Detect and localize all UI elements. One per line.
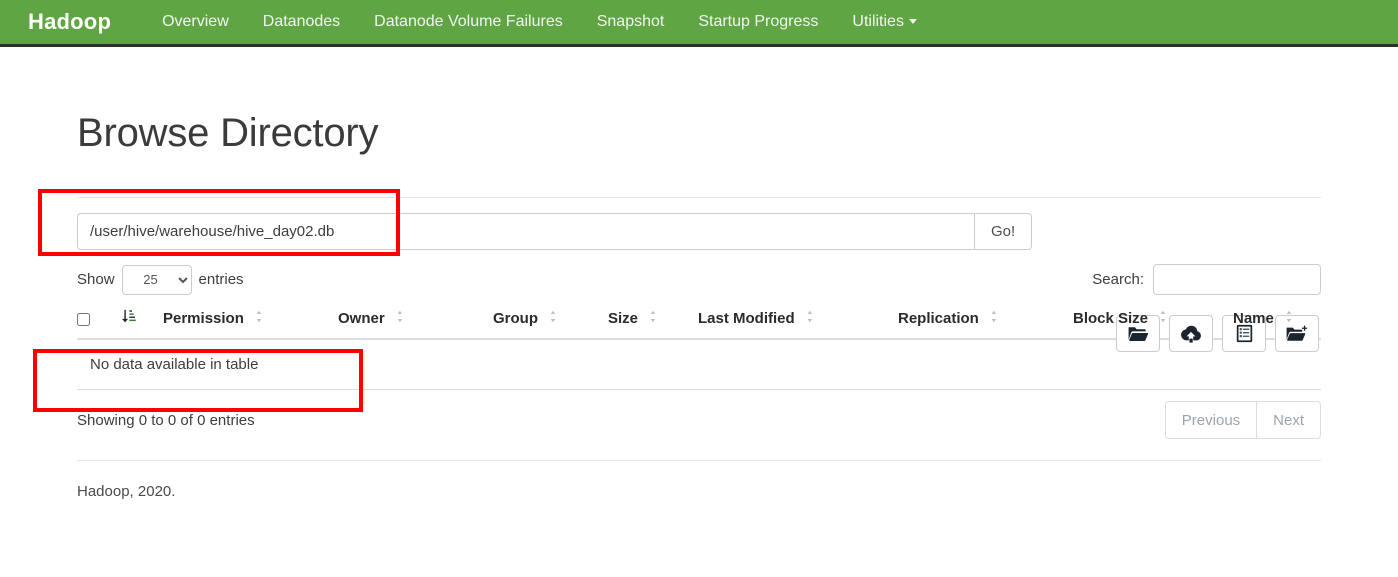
- column-header-last-modified[interactable]: Last Modified: [698, 309, 898, 340]
- page-footer-text: Hadoop, 2020.: [77, 483, 176, 500]
- column-label-replication: Replication: [898, 310, 979, 327]
- sort-icon: [256, 310, 267, 327]
- column-label-permission: Permission: [163, 310, 244, 327]
- previous-page-button[interactable]: Previous: [1164, 401, 1257, 439]
- nav-item-datanodes: Datanodes: [246, 0, 357, 44]
- entries-label: entries: [198, 271, 244, 288]
- column-label-size: Size: [608, 310, 639, 327]
- column-header-replication[interactable]: Replication: [898, 309, 1073, 340]
- table-head: Permission Owner Group Size Last Modifie…: [77, 309, 1321, 340]
- main-container: Browse Directory Go!: [49, 110, 1349, 500]
- table-info-text: Showing 0 to 0 of 0 entries: [77, 411, 255, 429]
- nav-item-utilities: Utilities: [835, 0, 934, 44]
- select-all-checkbox[interactable]: [77, 312, 90, 326]
- nav-link-startup-progress[interactable]: Startup Progress: [681, 0, 835, 44]
- nav-link-utilities[interactable]: Utilities: [835, 0, 934, 44]
- search-control: Search:: [1092, 264, 1321, 295]
- search-input[interactable]: [1153, 264, 1321, 295]
- sort-icon: [807, 310, 818, 327]
- footer-divider: [77, 460, 1321, 461]
- nav-item-snapshot: Snapshot: [580, 0, 682, 44]
- hadoop-brand-link[interactable]: Hadoop: [28, 9, 111, 35]
- page-length-select[interactable]: 25: [121, 264, 192, 295]
- top-navbar: Hadoop Overview Datanodes Datanode Volum…: [0, 0, 1398, 47]
- page-title: Browse Directory: [77, 111, 379, 155]
- nav-utilities-label: Utilities: [852, 13, 904, 30]
- column-header-name[interactable]: Name: [1233, 309, 1321, 340]
- sort-icon: [550, 310, 561, 327]
- search-label: Search:: [1092, 271, 1144, 288]
- column-header-group[interactable]: Group: [493, 309, 608, 340]
- nav-item-startup-progress: Startup Progress: [681, 0, 835, 44]
- nav-link-datanode-volume-failures[interactable]: Datanode Volume Failures: [357, 0, 580, 44]
- chevron-down-icon: [908, 19, 917, 25]
- column-header-sort-indicator[interactable]: [113, 309, 163, 340]
- datatable-footer: Showing 0 to 0 of 0 entries Previous Nex…: [64, 400, 1334, 440]
- path-bar-row: Go!: [64, 213, 1334, 352]
- sort-icon: [650, 310, 661, 327]
- path-input-group: Go!: [77, 213, 1321, 250]
- sort-amount-asc-icon: [121, 309, 136, 327]
- column-header-owner[interactable]: Owner: [338, 309, 493, 340]
- directory-path-input[interactable]: [77, 213, 974, 250]
- nav-link-overview[interactable]: Overview: [145, 0, 246, 44]
- nav-link-datanodes[interactable]: Datanodes: [246, 0, 357, 44]
- column-label-last-modified: Last Modified: [698, 310, 795, 327]
- show-label: Show: [77, 271, 115, 288]
- go-button[interactable]: Go!: [974, 213, 1033, 250]
- column-label-group: Group: [493, 310, 538, 327]
- column-label-name: Name: [1233, 310, 1274, 327]
- column-label-owner: Owner: [338, 310, 385, 327]
- nav-item-datanode-volume-failures: Datanode Volume Failures: [357, 0, 580, 44]
- title-divider: [77, 197, 1321, 198]
- datatable-controls: Show 25 entries Search:: [64, 264, 1334, 295]
- table-header-row: Permission Owner Group Size Last Modifie…: [77, 309, 1321, 340]
- nav-link-list: Overview Datanodes Datanode Volume Failu…: [145, 0, 934, 44]
- nav-link-snapshot[interactable]: Snapshot: [580, 0, 682, 44]
- column-label-block-size: Block Size: [1073, 310, 1149, 327]
- column-header-block-size[interactable]: Block Size: [1073, 309, 1233, 340]
- column-header-size[interactable]: Size: [608, 309, 698, 340]
- sort-icon: [1160, 310, 1171, 327]
- page-length-control: Show 25 entries: [77, 264, 244, 295]
- sort-icon: [991, 310, 1002, 327]
- column-header-permission[interactable]: Permission: [163, 309, 338, 340]
- nav-item-overview: Overview: [145, 0, 246, 44]
- next-page-button[interactable]: Next: [1256, 401, 1321, 439]
- select-all-header: [77, 309, 113, 340]
- sort-icon: [1286, 310, 1297, 327]
- pagination: Previous Next: [1164, 401, 1321, 439]
- sort-icon: [397, 310, 408, 327]
